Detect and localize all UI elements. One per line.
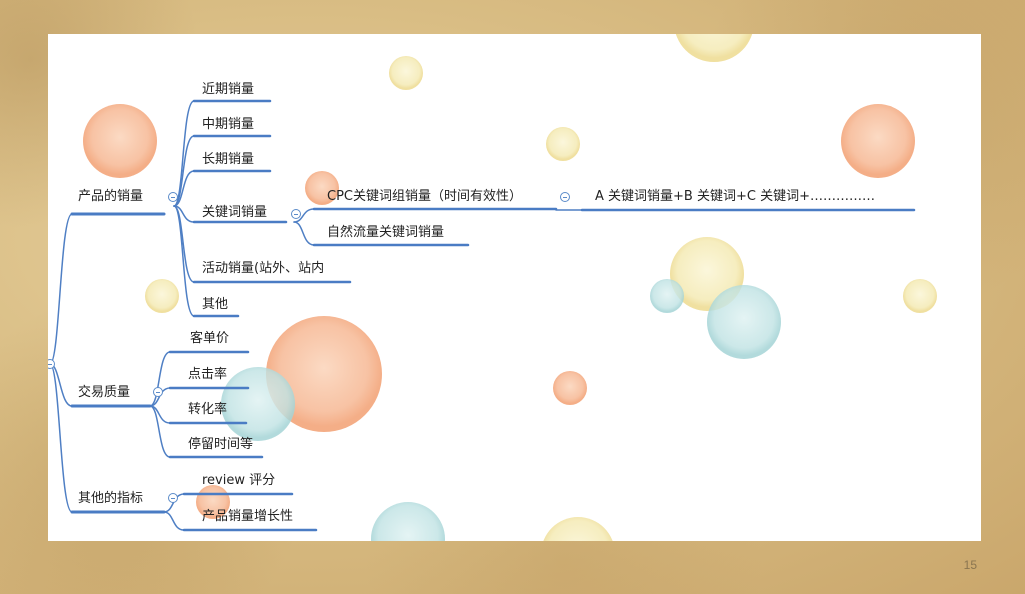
connector <box>173 205 195 317</box>
collapse-toggle-product-sales[interactable] <box>168 192 178 202</box>
node-average-order-value[interactable]: 客单价 <box>190 330 229 348</box>
node-recent-sales[interactable]: 近期销量 <box>202 81 254 99</box>
mindmap-canvas: 产品的销量 交易质量 其他的指标 近期销量 中期销量 长期销量 关键词销量 活动… <box>48 34 981 541</box>
node-dwell-time[interactable]: 停留时间等 <box>188 436 253 454</box>
node-other-metrics[interactable]: 其他的指标 <box>78 490 143 508</box>
node-organic-keyword-sales[interactable]: 自然流量关键词销量 <box>327 224 444 242</box>
node-click-rate[interactable]: 点击率 <box>188 366 227 384</box>
node-conversion-rate[interactable]: 转化率 <box>188 401 227 419</box>
mindmap-connectors <box>49 99 916 532</box>
node-long-term-sales[interactable]: 长期销量 <box>202 151 254 169</box>
node-sales-growth[interactable]: 产品销量增长性 <box>202 508 293 526</box>
connector <box>163 511 185 531</box>
connector <box>49 213 73 365</box>
connector <box>173 100 195 207</box>
page-number: 15 <box>963 558 977 572</box>
collapse-toggle-cpc-keyword-sales[interactable] <box>560 192 570 202</box>
node-other[interactable]: 其他 <box>202 296 228 314</box>
node-product-sales[interactable]: 产品的销量 <box>78 188 143 206</box>
node-keyword-sales[interactable]: 关键词销量 <box>202 204 267 222</box>
collapse-toggle-keyword-sales[interactable] <box>291 209 301 219</box>
node-cpc-keyword-sales[interactable]: CPC关键词组销量（时间有效性） <box>327 188 522 206</box>
node-transaction-quality[interactable]: 交易质量 <box>78 384 130 402</box>
connector <box>149 351 171 407</box>
connector <box>149 405 171 458</box>
node-campaign-sales[interactable]: 活动销量(站外、站内 <box>202 260 324 278</box>
node-keyword-formula[interactable]: A 关键词销量+B 关键词+C 关键词+…………… <box>595 188 875 206</box>
node-mid-term-sales[interactable]: 中期销量 <box>202 116 254 134</box>
collapse-toggle-transaction-quality[interactable] <box>153 387 163 397</box>
connector <box>293 221 315 246</box>
collapse-toggle-other-metrics[interactable] <box>168 493 178 503</box>
node-review-score[interactable]: review 评分 <box>202 472 275 490</box>
